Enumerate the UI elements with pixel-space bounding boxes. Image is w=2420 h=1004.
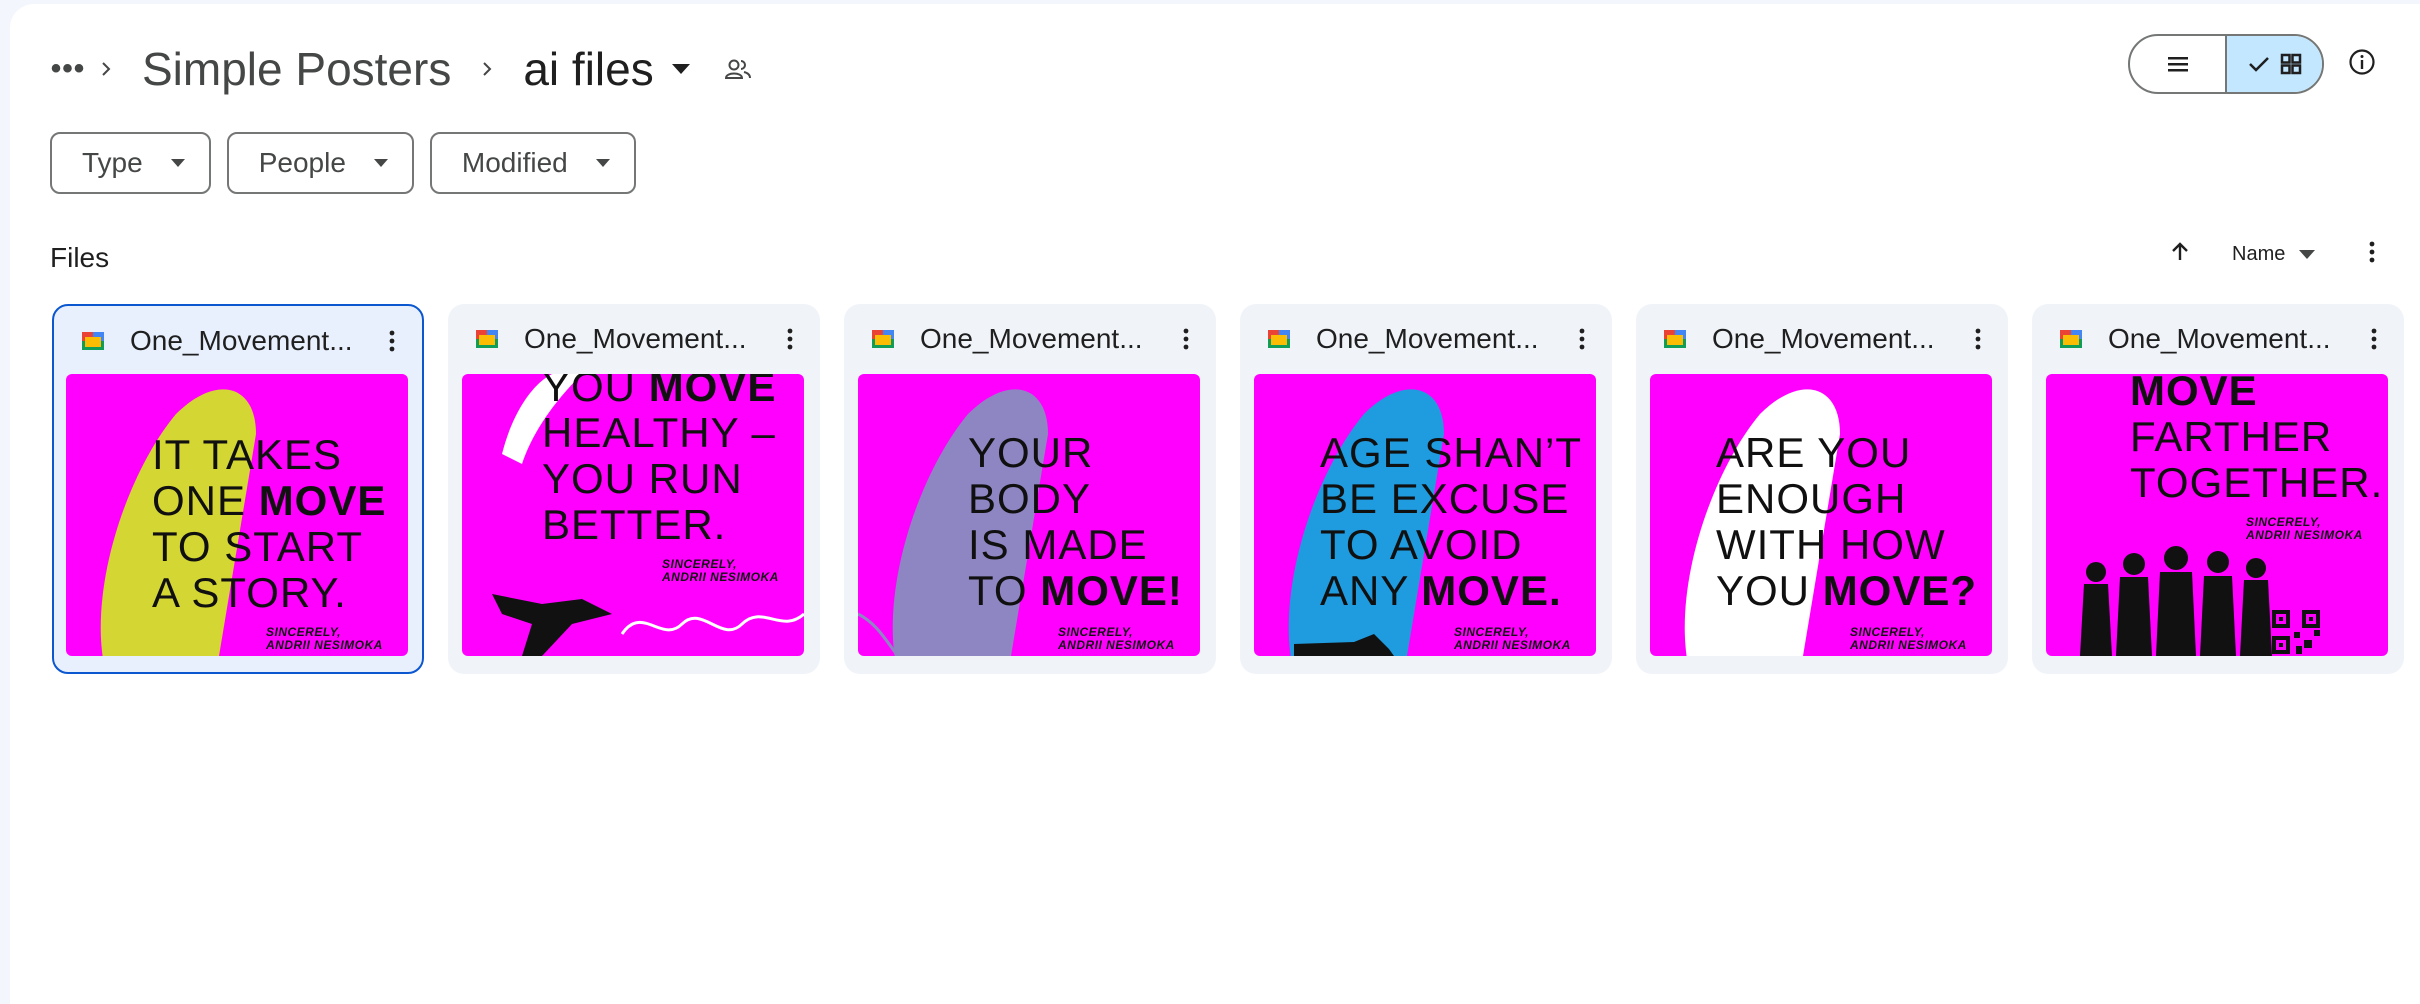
file-card[interactable]: One_Movement... ARE YOU ENOUGH WITH HOW …	[1636, 304, 2008, 674]
modified-filter-chip[interactable]: Modified	[429, 132, 636, 194]
file-grid: One_Movement... IT TAKES ONE MOVE TO STA…	[52, 304, 2404, 674]
files-section-title: Files	[50, 242, 110, 273]
arrow-up-icon	[2172, 242, 2188, 260]
file-type-icon	[1664, 330, 1686, 348]
more-vert-icon	[389, 330, 395, 352]
list-icon	[2167, 57, 2188, 72]
file-card[interactable]: One_Movement... MOVE FARTHER TOGETHER. S…	[2032, 304, 2404, 674]
grid-view-button[interactable]	[2225, 36, 2322, 92]
poster-text: AGE SHAN’T BE EXCUSE TO AVOID ANY MOVE.	[1320, 429, 1583, 614]
more-vert-icon	[2371, 328, 2377, 350]
file-more-options-button[interactable]	[1168, 321, 1204, 357]
file-thumbnail: AGE SHAN’T BE EXCUSE TO AVOID ANY MOVE. …	[1254, 374, 1596, 656]
file-name: One_Movement...	[920, 323, 1143, 354]
file-more-options-button[interactable]	[2356, 321, 2392, 357]
poster-text: ARE YOU ENOUGH WITH HOW YOU MOVE?	[1716, 429, 1978, 614]
file-name: One_Movement...	[130, 325, 353, 356]
breadcrumb: ••• Simple Posters ai files	[50, 34, 758, 104]
file-type-icon	[2060, 330, 2082, 348]
file-thumbnail: IT TAKES ONE MOVE TO START A STORY. SINC…	[66, 374, 408, 656]
file-card-header: One_Movement...	[1240, 304, 1612, 374]
file-more-options-button[interactable]	[772, 321, 808, 357]
breadcrumb-parent-folder[interactable]: Simple Posters	[126, 42, 467, 96]
poster-signature: SINCERELY, ANDRII NESIMOKA	[1454, 625, 1571, 652]
file-card[interactable]: One_Movement... AGE SHAN’T BE EXCUSE TO …	[1240, 304, 1612, 674]
filter-chips: Type People Modified	[50, 132, 636, 194]
file-type-icon	[82, 332, 104, 350]
file-thumbnail: YOUR BODY IS MADE TO MOVE! SINCERELY, AND…	[858, 374, 1200, 656]
list-view-button[interactable]	[2130, 36, 2225, 92]
file-name: One_Movement...	[1316, 323, 1539, 354]
breadcrumb-more-button[interactable]: •••	[50, 51, 86, 87]
file-card-header: One_Movement...	[844, 304, 1216, 374]
type-filter-chip[interactable]: Type	[50, 132, 211, 194]
type-filter-label: Type	[82, 147, 143, 178]
file-more-options-button[interactable]	[374, 323, 410, 359]
file-card[interactable]: One_Movement... IT TAKES ONE MOVE TO STA…	[52, 304, 424, 674]
more-vert-icon	[1579, 328, 1585, 350]
file-card-header: One_Movement...	[54, 306, 422, 376]
poster-text: YOU MOVE HEALTHY – YOU RUN BETTER.	[542, 374, 777, 548]
sort-by-label: Name	[2232, 242, 2286, 265]
dropdown-arrow-icon	[2299, 249, 2316, 259]
poster-signature: SINCERELY, ANDRII NESIMOKA	[662, 557, 779, 584]
poster-text: MOVE FARTHER TOGETHER.	[2130, 374, 2384, 506]
poster-text: YOUR BODY IS MADE TO MOVE!	[968, 429, 1183, 614]
chevron-right-icon	[467, 59, 507, 79]
file-type-icon	[476, 330, 498, 348]
modified-filter-label: Modified	[461, 147, 568, 178]
shared-folder-icon[interactable]	[718, 49, 758, 89]
poster-signature: SINCERELY, ANDRII NESIMOKA	[2246, 515, 2363, 542]
details-info-button[interactable]	[2342, 42, 2382, 82]
breadcrumb-current-folder[interactable]: ai files	[507, 42, 663, 96]
sort-by-button[interactable]: Name	[2232, 236, 2316, 272]
file-thumbnail: YOU MOVE HEALTHY – YOU RUN BETTER. SINCE…	[462, 374, 804, 656]
file-name: One_Movement...	[1712, 323, 1935, 354]
sort-direction-button[interactable]	[2160, 232, 2200, 272]
people-filter-chip[interactable]: People	[226, 132, 414, 194]
file-name: One_Movement...	[2108, 323, 2331, 354]
file-card[interactable]: One_Movement... YOUR BODY IS MADE TO MOV…	[844, 304, 1216, 674]
main-panel: ••• Simple Posters ai files Type People …	[10, 4, 2420, 1004]
chevron-right-icon	[86, 59, 126, 79]
file-card-header: One_Movement...	[448, 304, 820, 374]
grid-icon	[2280, 53, 2301, 75]
file-thumbnail: ARE YOU ENOUGH WITH HOW YOU MOVE? SINCER…	[1650, 374, 1992, 656]
file-thumbnail: MOVE FARTHER TOGETHER. SINCERELY, ANDRII …	[2046, 374, 2388, 656]
files-more-options-button[interactable]	[2352, 232, 2392, 272]
poster-text: IT TAKES ONE MOVE TO START A STORY.	[152, 431, 387, 616]
dropdown-arrow-icon	[170, 159, 185, 167]
file-more-options-button[interactable]	[1564, 321, 1600, 357]
file-type-icon	[872, 330, 894, 348]
dropdown-arrow-icon	[373, 159, 388, 167]
check-icon	[2248, 57, 2269, 72]
file-card-header: One_Movement...	[2032, 304, 2404, 374]
more-vert-icon	[1975, 328, 1981, 350]
poster-signature: SINCERELY, ANDRII NESIMOKA	[266, 625, 383, 652]
poster-signature: SINCERELY, ANDRII NESIMOKA	[1058, 625, 1175, 652]
file-name: One_Movement...	[524, 323, 747, 354]
view-toggle	[2128, 34, 2324, 94]
more-vert-icon	[1183, 328, 1189, 350]
folder-menu-caret-icon[interactable]	[671, 64, 690, 74]
file-more-options-button[interactable]	[1960, 321, 1996, 357]
info-icon	[2349, 49, 2375, 75]
file-card-header: One_Movement...	[1636, 304, 2008, 374]
file-type-icon	[1268, 330, 1290, 348]
file-card[interactable]: One_Movement... YOU MOVE HEALTHY – YOU R…	[448, 304, 820, 674]
more-vert-icon	[787, 328, 793, 350]
dropdown-arrow-icon	[595, 159, 610, 167]
poster-signature: SINCERELY, ANDRII NESIMOKA	[1850, 625, 1967, 652]
more-vert-icon	[2369, 241, 2375, 263]
people-filter-label: People	[258, 147, 346, 178]
